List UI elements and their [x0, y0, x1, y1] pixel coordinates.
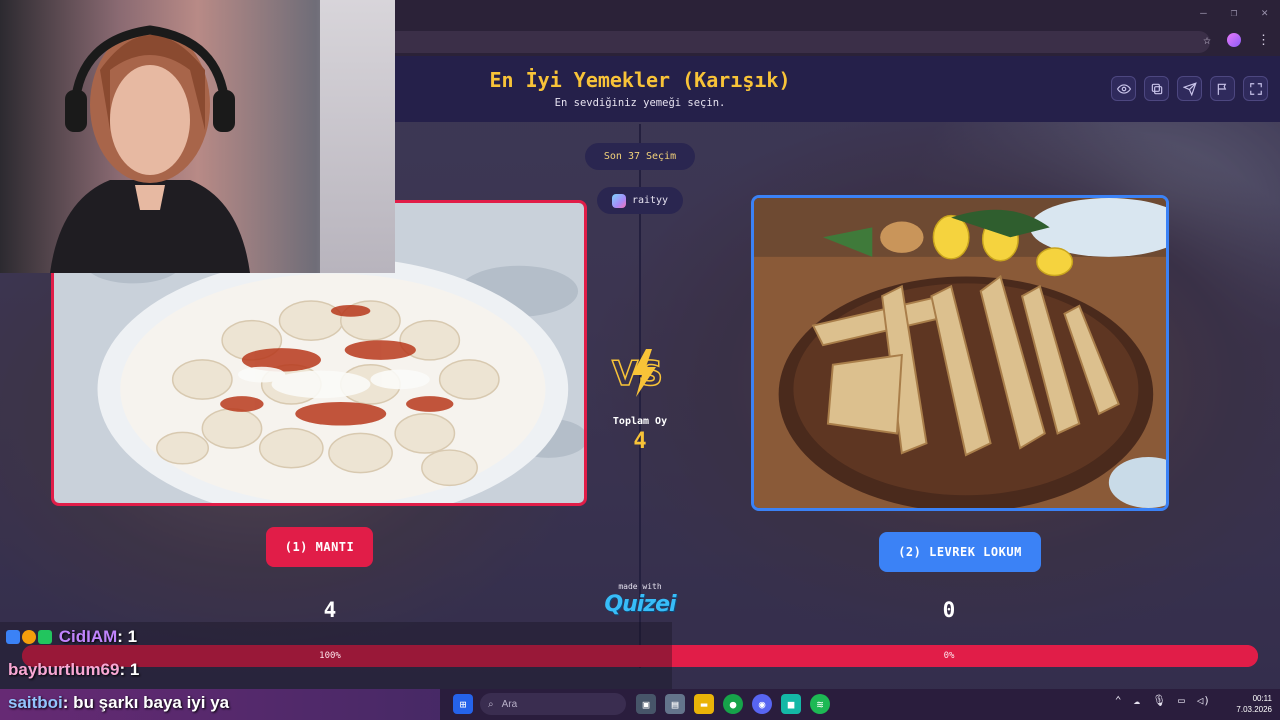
- start-icon[interactable]: ⊞: [453, 694, 473, 714]
- fullscreen-icon[interactable]: [1243, 76, 1268, 101]
- file-explorer-icon[interactable]: ▬: [694, 694, 714, 714]
- clock-date: 7.03.2026: [1236, 705, 1272, 714]
- spotify-icon[interactable]: ≋: [810, 694, 830, 714]
- browser-toolbar: ☆ ⋮: [395, 28, 1280, 56]
- search-icon: ⌕: [488, 698, 494, 710]
- taskbar-search[interactable]: ⌕ Ara: [480, 693, 626, 715]
- send-icon[interactable]: [1177, 76, 1202, 101]
- minimize-button[interactable]: —: [1200, 6, 1207, 19]
- option-2-votes: 0: [942, 598, 956, 622]
- option-2-percent: 0%: [943, 651, 955, 661]
- taskbar-apps: ⊞: [453, 694, 473, 714]
- current-user-name: raityy: [631, 195, 669, 206]
- chat-text: : 1: [119, 660, 140, 679]
- chat-text: : bu şarkı baya iyi ya: [62, 693, 230, 712]
- task-view-icon[interactable]: ▣: [636, 694, 656, 714]
- option-1-percent: 100%: [319, 651, 341, 661]
- total-votes-count: 4: [633, 429, 647, 454]
- streamer-figure: [50, 25, 250, 273]
- option-1-button[interactable]: (1) MANTI: [266, 527, 373, 567]
- screen: — ❐ ✕ ☆ ⋮ En İyi Yemekler (Karışık) En s…: [0, 0, 1280, 720]
- header-actions: [1111, 76, 1268, 101]
- total-votes-label: Toplam Oy: [612, 416, 668, 427]
- quiz-title: En İyi Yemekler (Karışık): [489, 68, 791, 92]
- chat-username: saitboi: [8, 693, 63, 712]
- clock-time: 00:11: [1252, 694, 1272, 703]
- network-icon[interactable]: ▭: [1178, 694, 1185, 707]
- copy-icon[interactable]: [1144, 76, 1169, 101]
- chat-username: bayburtlum69: [8, 660, 120, 679]
- quiz-subtitle: En sevdiğiniz yemeği seçin.: [554, 97, 726, 109]
- webcam-overlay: [0, 0, 395, 273]
- close-button[interactable]: ✕: [1261, 6, 1268, 19]
- brand-logo[interactable]: Quizei: [595, 592, 685, 617]
- chat-text: : 1: [117, 627, 138, 646]
- vs-lightning-icon: VS: [611, 349, 664, 397]
- chat-username: CidIAM: [58, 627, 118, 646]
- taskbar-pinned: ▣ ▤ ▬ ● ◉ ■ ≋: [636, 694, 830, 714]
- flag-icon[interactable]: [1210, 76, 1235, 101]
- webcam-shelf: [320, 0, 395, 273]
- app-icon[interactable]: ■: [781, 694, 801, 714]
- quiz-header: En İyi Yemekler (Karışık) En sevdiğiniz …: [395, 56, 1280, 122]
- discord-icon[interactable]: ◉: [752, 694, 772, 714]
- user-avatar-icon: [611, 193, 626, 208]
- cloud-icon[interactable]: ☁: [1134, 694, 1141, 707]
- address-bar[interactable]: [395, 31, 1210, 53]
- toolbar-icons: ☆ ⋮: [1203, 33, 1270, 48]
- gold-badge-icon: [22, 630, 36, 644]
- option-card-right[interactable]: [751, 195, 1169, 511]
- microphone-icon[interactable]: 🎙: [1152, 694, 1166, 707]
- volume-icon[interactable]: ◁): [1197, 694, 1210, 707]
- chat-message: bayburtlum69: 1: [8, 660, 139, 680]
- chevron-up-icon[interactable]: ⌃: [1115, 694, 1122, 707]
- extension-icon[interactable]: [1227, 33, 1241, 47]
- eye-icon[interactable]: [1111, 76, 1136, 101]
- last-choices-label: Son 37 Seçim: [603, 151, 677, 162]
- window-controls: — ❐ ✕: [1200, 6, 1268, 19]
- current-user-pill: raityy: [597, 187, 683, 214]
- search-placeholder: Ara: [501, 698, 518, 710]
- restore-button[interactable]: ❐: [1231, 6, 1238, 19]
- game-badge-icon: [38, 630, 52, 644]
- option-1-votes: 4: [323, 598, 337, 622]
- option-2-button[interactable]: (2) LEVREK LOKUM: [879, 532, 1041, 572]
- chrome-icon[interactable]: ●: [723, 694, 743, 714]
- made-with-label: made with: [618, 582, 662, 591]
- menu-icon[interactable]: ⋮: [1257, 33, 1270, 48]
- levrek-image: [754, 198, 1166, 508]
- system-tray: ⌃ ☁ 🎙 ▭ ◁): [1115, 694, 1210, 707]
- chat-message: saitboi: bu şarkı baya iyi ya: [8, 693, 229, 713]
- store-icon[interactable]: ▤: [665, 694, 685, 714]
- chat-message: CidIAM: 1: [6, 627, 137, 647]
- last-choices-pill: Son 37 Seçim: [585, 143, 695, 170]
- star-icon[interactable]: ☆: [1203, 33, 1211, 48]
- taskbar-clock[interactable]: 00:11 7.03.2026: [1222, 693, 1272, 715]
- cube-badge-icon: [6, 630, 20, 644]
